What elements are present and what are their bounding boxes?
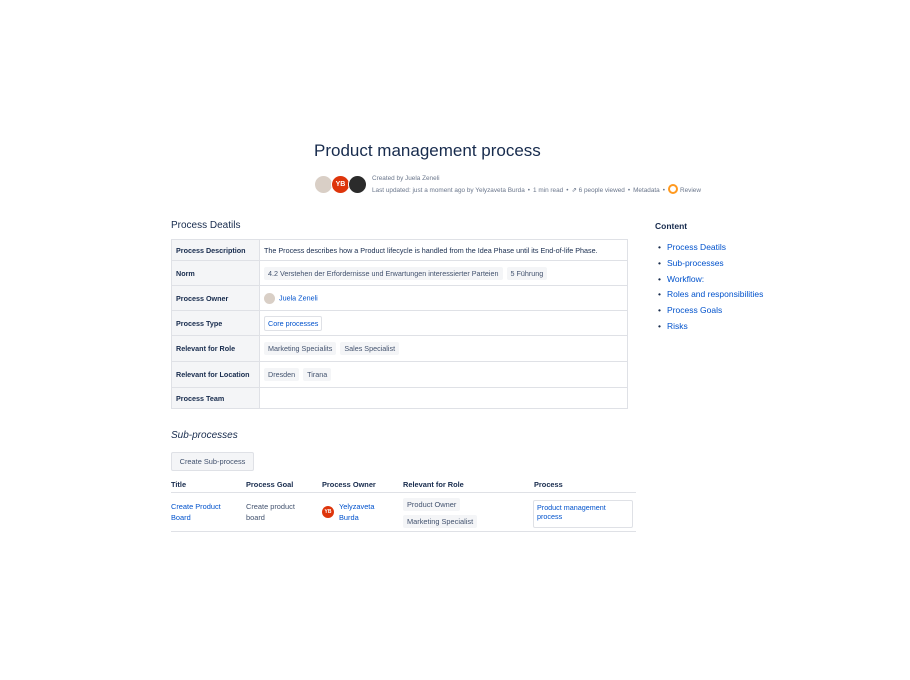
owner-label: Process Owner xyxy=(171,285,260,311)
toc-item[interactable]: Process Deatils xyxy=(655,240,763,256)
norm-tag[interactable]: 4.2 Verstehen der Erfordernisse und Erwa… xyxy=(264,266,503,280)
last-updated: Last updated: just a moment ago by Yelyz… xyxy=(372,187,525,194)
subprocess-owner-link[interactable]: Yelyzaveta Burda xyxy=(339,501,374,523)
create-subprocess-button[interactable]: Create Sub-process xyxy=(171,452,254,471)
location-tag[interactable]: Tirana xyxy=(303,368,332,381)
type-value: Core processes xyxy=(259,310,628,336)
contributor-avatars[interactable]: YB xyxy=(314,175,368,195)
role-tag[interactable]: Product Owner xyxy=(403,498,461,511)
review-link[interactable]: Review xyxy=(680,187,701,194)
process-details-table: Process Description The Process describe… xyxy=(171,239,628,409)
column-header-owner[interactable]: Process Owner xyxy=(322,480,376,489)
review-status-icon xyxy=(667,184,678,194)
role-tag[interactable]: Marketing Specialist xyxy=(403,515,478,528)
location-label: Relevant for Location xyxy=(171,361,260,388)
column-header-process[interactable]: Process xyxy=(534,480,563,489)
views-link[interactable]: 6 people viewed xyxy=(579,187,625,194)
location-tag[interactable]: Dresden xyxy=(264,368,300,381)
toc-heading: Content xyxy=(655,221,688,231)
process-type-link[interactable]: Core processes xyxy=(264,315,323,331)
team-value xyxy=(259,387,628,409)
toc-item[interactable]: Workflow: xyxy=(655,272,763,288)
row-divider xyxy=(171,531,636,532)
owner-value: Juela Zeneli xyxy=(259,285,628,311)
role-value: Marketing Specialits Sales Specialist xyxy=(259,335,628,362)
type-label: Process Type xyxy=(171,310,260,336)
created-by: Created by Juela Zeneli xyxy=(372,175,440,182)
metadata-link[interactable]: Metadata xyxy=(633,187,660,194)
analytics-icon: ⇗ xyxy=(571,187,577,194)
avatar[interactable] xyxy=(264,292,275,304)
role-tag[interactable]: Sales Specialist xyxy=(340,342,400,355)
toc-item[interactable]: Risks xyxy=(655,319,763,335)
process-details-heading: Process Deatils xyxy=(171,220,241,231)
avatar[interactable]: YB xyxy=(322,506,334,518)
subprocess-goal: Create product board xyxy=(246,502,295,522)
team-label: Process Team xyxy=(171,387,260,409)
toc-item[interactable]: Roles and responsibilities xyxy=(655,287,763,303)
column-header-role[interactable]: Relevant for Role xyxy=(403,480,464,489)
description-label: Process Description xyxy=(171,239,260,261)
column-header-goal[interactable]: Process Goal xyxy=(246,480,293,489)
role-label: Relevant for Role xyxy=(171,335,260,362)
location-value: Dresden Tirana xyxy=(259,361,628,388)
toc-item[interactable]: Sub-processes xyxy=(655,256,763,272)
page-title: Product management process xyxy=(314,141,541,160)
norm-value: 4.2 Verstehen der Erfordernisse und Erwa… xyxy=(259,260,628,286)
subprocesses-heading: Sub-processes xyxy=(171,430,238,441)
toc-item[interactable]: Process Goals xyxy=(655,303,763,319)
table-of-contents: Process Deatils Sub-processes Workflow: … xyxy=(655,240,763,335)
norm-tag[interactable]: 5 Führung xyxy=(506,266,548,280)
page-byline: Created by Juela Zeneli Last updated: ju… xyxy=(372,175,701,194)
role-tag[interactable]: Marketing Specialits xyxy=(264,342,337,355)
column-header-title[interactable]: Title xyxy=(171,480,186,489)
header-divider xyxy=(171,492,636,493)
subprocess-title-link[interactable]: Create Product Board xyxy=(171,501,221,523)
read-time: 1 min read xyxy=(533,187,564,194)
norm-label: Norm xyxy=(171,260,260,286)
parent-process-link[interactable]: Product management process xyxy=(533,500,633,528)
avatar[interactable] xyxy=(348,175,367,194)
description-value: The Process describes how a Product life… xyxy=(259,239,628,261)
owner-link[interactable]: Juela Zeneli xyxy=(279,293,318,302)
